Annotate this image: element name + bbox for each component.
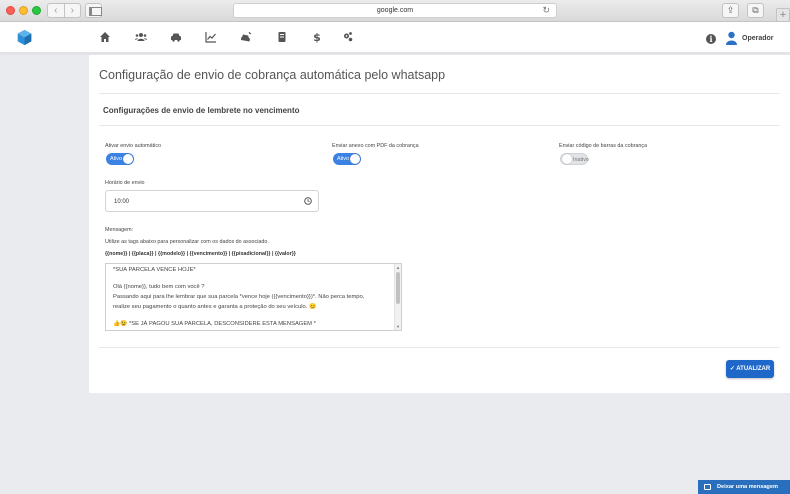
leave-message-label: Deixar uma mensagem [717,484,778,490]
dollar-icon[interactable]: $ [311,31,323,43]
car-crash-icon[interactable] [240,31,252,43]
company-logo[interactable] [16,29,33,46]
maximize-window-button[interactable] [32,6,41,15]
message-line: realize seu pagamento o quanto antes e g… [113,304,317,310]
leave-message-button[interactable]: Deixar uma mensagem [698,480,790,494]
car-icon[interactable] [170,31,182,43]
pdf-attach-toggle[interactable]: Ativo [333,153,361,165]
svg-text:$: $ [313,31,321,43]
auto-send-toggle[interactable]: Ativo [106,153,134,165]
history-navigation: ‹ › [47,3,81,18]
message-line: *SUA PARCELA VENCE HOJE* [113,267,196,273]
toggle-knob [562,154,572,164]
share-button[interactable]: ⇪ [722,3,739,18]
message-line: Olá {{nome}}, tudo bem com você ? [113,284,205,290]
message-label: Mensagem: [105,227,134,233]
message-icon [704,484,711,490]
browser-toolbar: ‹ › google.com ↻ ⇪ ⧉ + [0,0,790,22]
pdf-attach-label: Enviar anexo com PDF da cobrança [332,143,419,149]
chart-icon[interactable] [205,31,217,43]
message-help: Utilize as tags abaixo para personalizar… [105,239,269,245]
url-text: google.com [376,7,414,14]
back-icon[interactable]: ‹ [48,4,65,17]
divider [99,93,780,94]
document-icon[interactable] [276,31,288,43]
message-line: 👍😉 *SE JÁ PAGOU SUA PARCELA, DESCONSIDER… [113,321,316,327]
pdf-attach-state: Ativo [337,156,349,162]
message-line: Passando aqui para lhe lembrar que sua p… [113,294,365,300]
message-tags: {{nome}} | {{placa}} | {{modelo}} | {{ve… [105,251,296,257]
divider [99,347,780,348]
tabs-overview-button[interactable]: ⧉ [747,3,764,18]
divider [99,125,780,126]
close-window-button[interactable] [6,6,15,15]
scroll-up-icon[interactable]: ▲ [396,265,400,270]
update-button[interactable]: ✓ ATUALIZAR [726,360,774,378]
auto-send-label: Ativar envio automático [105,143,162,149]
forward-icon[interactable]: › [65,4,81,17]
clock-icon[interactable] [304,197,312,205]
toggle-knob [123,154,133,164]
home-icon[interactable] [99,31,111,43]
sidebar-toggle-button[interactable] [85,3,102,18]
gear-icon[interactable] [342,31,354,43]
auto-send-state: Ativo [110,156,122,162]
barcode-label: Enviar código de barras da cobrança [559,143,648,149]
user-name[interactable]: Operador [742,35,774,42]
send-time-label: Horário de envio [105,180,145,186]
send-time-value: 10:00 [114,199,130,205]
avatar[interactable] [726,31,737,45]
reload-icon[interactable]: ↻ [542,4,550,17]
users-icon[interactable] [135,31,147,43]
scroll-down-icon[interactable]: ▼ [396,324,400,329]
scroll-thumb[interactable] [396,272,400,304]
toggle-knob [350,154,360,164]
settings-card: Configuração de envio de cobrança automá… [89,55,790,393]
barcode-state: Inativo [573,157,589,163]
app-navbar: $ i Operador [0,22,790,53]
section-title: Configurações de envio de lembrete no ve… [103,106,300,115]
info-icon[interactable]: i [706,34,716,44]
new-tab-button[interactable]: + [776,8,790,22]
send-time-input[interactable]: 10:00 [105,190,319,212]
minimize-window-button[interactable] [19,6,28,15]
message-textarea[interactable]: *SUA PARCELA VENCE HOJE* Olá {{nome}}, t… [105,263,402,331]
address-bar[interactable]: google.com ↻ [233,3,557,18]
message-scrollbar[interactable]: ▲ ▼ [394,264,401,330]
barcode-toggle[interactable]: Inativo [560,153,589,165]
page-title: Configuração de envio de cobrança automá… [99,68,446,82]
